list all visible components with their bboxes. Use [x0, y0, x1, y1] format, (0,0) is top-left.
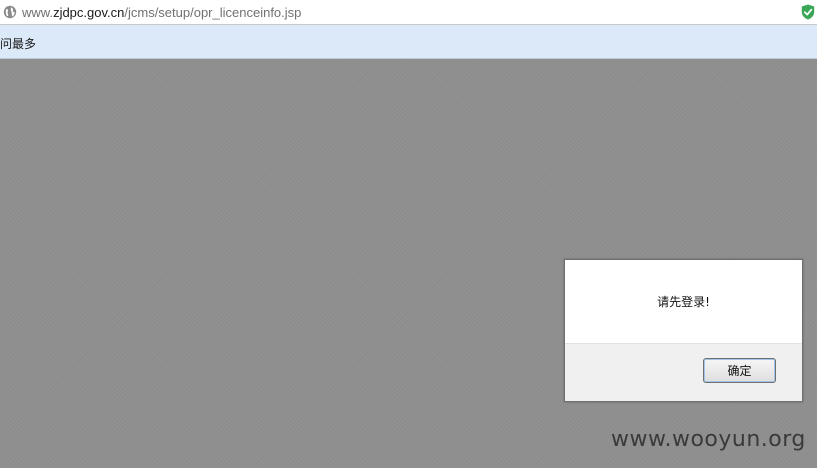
- globe-icon: [3, 5, 17, 19]
- alert-dialog: 请先登录! 确定: [564, 259, 803, 402]
- address-bar[interactable]: www.zjdpc.gov.cn/jcms/setup/opr_licencei…: [0, 0, 817, 25]
- url-prefix: www.: [22, 5, 54, 20]
- dialog-footer: 确定: [565, 343, 802, 401]
- favorites-bar: 问最多: [0, 25, 817, 59]
- url-text[interactable]: www.zjdpc.gov.cn/jcms/setup/opr_licencei…: [22, 5, 301, 20]
- watermark: www.wooyun.org: [611, 427, 806, 452]
- dialog-message: 请先登录!: [657, 295, 710, 309]
- url-path: /jcms/setup/opr_licenceinfo.jsp: [124, 5, 302, 20]
- ok-button[interactable]: 确定: [703, 358, 776, 383]
- shield-check-icon[interactable]: [801, 4, 815, 20]
- favorite-item[interactable]: 问最多: [0, 37, 36, 51]
- url-domain: zjdpc.gov.cn: [53, 5, 125, 20]
